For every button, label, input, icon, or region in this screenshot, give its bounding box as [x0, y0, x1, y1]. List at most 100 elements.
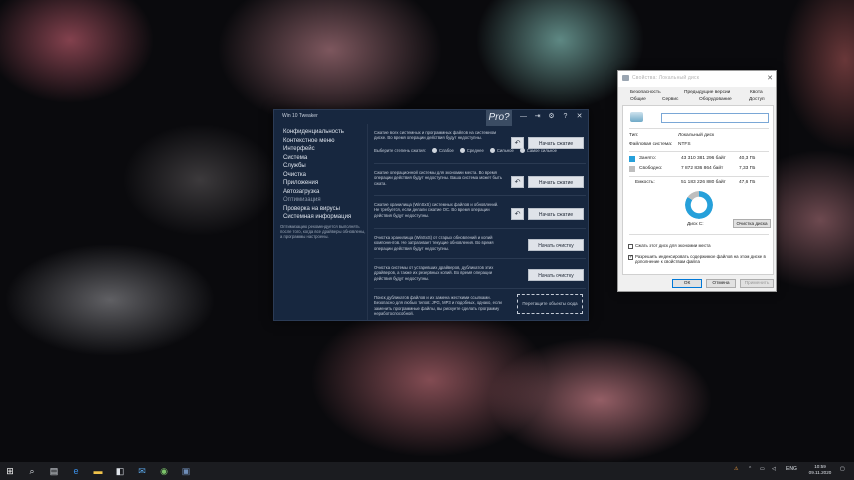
- notification-warning-icon[interactable]: ⚠: [734, 466, 738, 472]
- option-description: Поиск дубликатов файлов и их замена жест…: [374, 295, 502, 317]
- taskbar: ⊞ ⌕ ▤ e ▬ ◧ ✉ ◉ ▣ ⚠ ⌃ ▭ ◁ ENG 10:59 09.1…: [0, 462, 854, 480]
- nav-optimization[interactable]: Оптимизация: [280, 196, 368, 205]
- radio-label: Сильное: [496, 148, 514, 153]
- edge-icon[interactable]: e: [70, 465, 82, 477]
- action-center-icon[interactable]: ▢: [840, 466, 845, 472]
- pro-badge[interactable]: Pro?: [486, 110, 512, 126]
- option-description: Сжатие операционной системы для экономии…: [374, 170, 503, 186]
- nav-interface[interactable]: Интерфейс: [280, 145, 368, 154]
- tab-quota[interactable]: Квота: [750, 90, 763, 95]
- nav-startup[interactable]: Автозагрузка: [280, 188, 368, 197]
- separator: [629, 234, 769, 235]
- used-gb: 40,3 ГБ: [739, 156, 756, 161]
- settings-gear-icon[interactable]: ⚙: [546, 112, 557, 122]
- chrome-icon[interactable]: ◉: [158, 465, 170, 477]
- close-icon[interactable]: ✕: [764, 73, 776, 84]
- index-content-label: Разрешить индексировать содержимое файло…: [635, 254, 766, 265]
- option-description: Сжатие хранилища (WinSxS) системных файл…: [374, 202, 499, 218]
- radio-medium[interactable]: Среднее: [459, 148, 484, 153]
- disk-label: Диск C:: [687, 222, 704, 227]
- minimize-icon[interactable]: —: [518, 112, 529, 122]
- undo-icon[interactable]: ↶: [511, 208, 524, 220]
- local-disk-icon: [630, 112, 643, 122]
- index-content-checkbox[interactable]: [628, 254, 633, 260]
- nav-context-menu[interactable]: Контекстное меню: [280, 137, 368, 146]
- start-clean-drivers-button[interactable]: Начать очистку: [528, 269, 584, 281]
- tab-sharing[interactable]: Доступ: [749, 97, 765, 102]
- tab-general[interactable]: Общие: [630, 97, 646, 102]
- undo-icon[interactable]: ↶: [511, 176, 524, 188]
- win10-tweaker-window: Win 10 Tweaker Pro? — ⇥ ⚙ ? ✕ Конфиденци…: [273, 109, 589, 321]
- pin-icon[interactable]: ⇥: [532, 112, 543, 122]
- tab-security[interactable]: Безопасность: [630, 90, 661, 95]
- option-row-compress-winsxs: Сжатие хранилища (WinSxS) системных файл…: [374, 198, 586, 229]
- network-icon[interactable]: ▭: [760, 466, 765, 472]
- store-icon[interactable]: ◧: [114, 465, 126, 477]
- tweaker-sidebar: Конфиденциальность Контекстное меню Инте…: [280, 128, 368, 222]
- capacity-bytes: 51 183 226 880 байт: [681, 180, 726, 185]
- windows-start-icon[interactable]: ⊞: [4, 465, 16, 477]
- nav-services[interactable]: Службы: [280, 162, 368, 171]
- radio-label: Самое сильное: [526, 148, 557, 153]
- capacity-gb: 47,6 ГБ: [739, 180, 756, 185]
- compress-drive-checkbox[interactable]: [628, 244, 633, 249]
- option-description: Сжатие всех системных и программных файл…: [374, 130, 497, 141]
- fs-label: Файловая система:: [629, 142, 673, 147]
- separator: [629, 151, 769, 152]
- separator: [629, 128, 769, 129]
- nav-apps[interactable]: Приложения: [280, 179, 368, 188]
- tab-previous-versions[interactable]: Предыдущие версии: [684, 90, 730, 95]
- disk-name-input[interactable]: [661, 113, 769, 123]
- start-compress-winsxs-button[interactable]: Начать сжатие: [528, 208, 584, 220]
- properties-titlebar[interactable]: Свойства: Локальный диск ✕: [618, 71, 776, 87]
- tab-tools[interactable]: Сервис: [662, 97, 678, 102]
- tray-chevron-icon[interactable]: ⌃: [748, 466, 752, 472]
- nav-privacy[interactable]: Конфиденциальность: [280, 128, 368, 137]
- search-icon[interactable]: ⌕: [26, 465, 38, 477]
- capacity-label: Емкость:: [635, 180, 655, 185]
- taskbar-clock[interactable]: 10:59 09.11.2020: [804, 464, 836, 476]
- radio-dot: [431, 148, 437, 153]
- volume-icon[interactable]: ◁: [772, 466, 776, 472]
- nav-system-info[interactable]: Системная информация: [280, 213, 368, 222]
- option-row-compress-os: Сжатие операционной системы для экономии…: [374, 166, 586, 196]
- radio-strong[interactable]: Сильное: [489, 148, 514, 153]
- free-bytes: 7 872 836 864 байт: [681, 166, 724, 171]
- apply-button[interactable]: Применить: [740, 279, 774, 288]
- separator: [629, 176, 769, 177]
- disk-cleanup-button[interactable]: Очистка диска: [733, 219, 771, 228]
- used-swatch: [629, 156, 635, 162]
- sidebar-note: Оптимизацию рекомендуется выполнять посл…: [280, 224, 366, 240]
- mail-icon[interactable]: ✉: [136, 465, 148, 477]
- radio-label: Среднее: [466, 148, 484, 153]
- cancel-button[interactable]: Отмена: [706, 279, 736, 288]
- file-explorer-icon[interactable]: ▬: [92, 465, 104, 477]
- fs-value: NTFS: [678, 142, 691, 147]
- tweaker-window-controls: — ⇥ ⚙ ? ✕: [518, 112, 585, 122]
- nav-cleanup[interactable]: Очистка: [280, 171, 368, 180]
- properties-title: Свойства: Локальный диск: [632, 75, 700, 81]
- help-icon[interactable]: ?: [560, 112, 571, 122]
- ok-button[interactable]: ОК: [672, 279, 702, 288]
- start-compress-os-button[interactable]: Начать сжатие: [528, 176, 584, 188]
- option-row-clean-drivers: Очистка системы от устаревших драйверов,…: [374, 261, 586, 289]
- used-bytes: 43 310 381 296 байт: [681, 156, 726, 161]
- start-clean-winsxs-button[interactable]: Начать очистку: [528, 239, 584, 251]
- close-icon[interactable]: ✕: [574, 112, 585, 122]
- free-gb: 7,33 ГБ: [739, 166, 756, 171]
- properties-tabs: Безопасность Предыдущие версии Квота Общ…: [622, 90, 774, 106]
- app-icon[interactable]: ▣: [180, 465, 192, 477]
- compression-level-label: Выберите степень сжатия:: [374, 148, 426, 153]
- radio-strongest[interactable]: Самое сильное: [519, 148, 557, 153]
- nav-system[interactable]: Система: [280, 154, 368, 163]
- nav-virus-check[interactable]: Проверка на вирусы: [280, 205, 368, 214]
- task-view-icon[interactable]: ▤: [48, 465, 60, 477]
- drop-zone[interactable]: Перетащите объекты сюда: [517, 294, 583, 314]
- free-label: Свободно:: [639, 166, 663, 171]
- radio-dot: [489, 148, 495, 153]
- radio-weak[interactable]: Слабое: [431, 148, 454, 153]
- tab-hardware[interactable]: Оборудование: [699, 97, 732, 102]
- type-label: Тип:: [629, 133, 639, 138]
- option-row-clean-winsxs: Очистка хранилища (WinSxS) от старых обн…: [374, 231, 586, 259]
- language-indicator[interactable]: ENG: [786, 466, 797, 472]
